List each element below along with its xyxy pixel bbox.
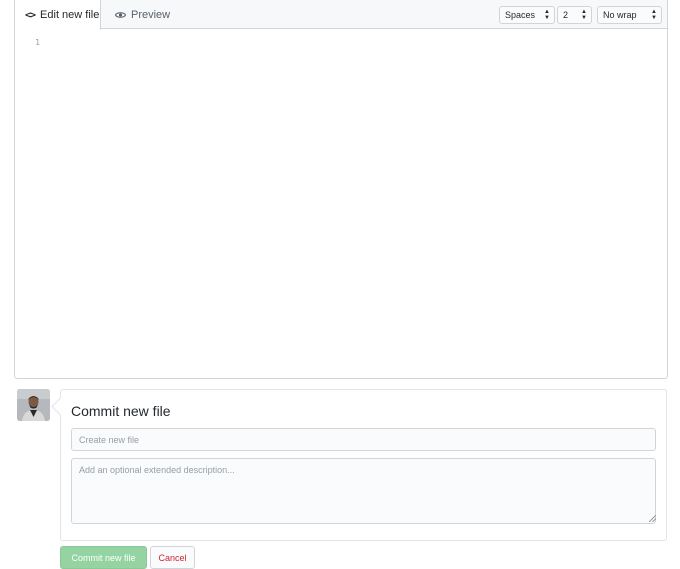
commit-form: Commit new file xyxy=(60,389,667,541)
wrap-mode-select[interactable]: No wrap ▲ ▼ xyxy=(597,6,662,24)
select-arrows-icon: ▲ ▼ xyxy=(581,9,587,21)
cancel-button[interactable]: Cancel xyxy=(150,546,195,569)
tab-preview[interactable]: Preview xyxy=(115,0,170,29)
commit-summary-input[interactable] xyxy=(71,428,656,451)
indent-size-value: 2 xyxy=(563,10,569,20)
line-number: 1 xyxy=(35,38,40,47)
select-arrows-icon: ▲ ▼ xyxy=(651,9,657,21)
line-number-gutter: 1 xyxy=(15,29,45,47)
eye-icon xyxy=(115,11,126,19)
indent-size-select[interactable]: 2 ▲ ▼ xyxy=(557,6,592,24)
tab-edit-label: Edit new file xyxy=(40,9,100,21)
commit-title: Commit new file xyxy=(71,403,171,419)
file-editor: <> Edit new file Preview Spaces ▲ ▼ 2 ▲ ▼ … xyxy=(14,0,668,379)
editor-toolbar: <> Edit new file Preview Spaces ▲ ▼ 2 ▲ ▼ … xyxy=(15,0,667,30)
code-editor-area[interactable] xyxy=(47,30,667,378)
code-icon: <> xyxy=(25,9,36,21)
tab-preview-label: Preview xyxy=(131,8,171,21)
select-arrows-icon: ▲ ▼ xyxy=(544,9,550,21)
avatar[interactable] xyxy=(17,389,50,421)
wrap-mode-value: No wrap xyxy=(603,10,637,20)
indent-mode-value: Spaces xyxy=(505,10,536,20)
indent-mode-select[interactable]: Spaces ▲ ▼ xyxy=(499,6,555,24)
resize-handle-icon[interactable] xyxy=(649,515,656,522)
commit-new-file-button[interactable]: Commit new file xyxy=(60,546,147,569)
commit-description-input[interactable] xyxy=(71,458,656,524)
tab-edit-new-file[interactable]: <> Edit new file xyxy=(15,0,101,30)
